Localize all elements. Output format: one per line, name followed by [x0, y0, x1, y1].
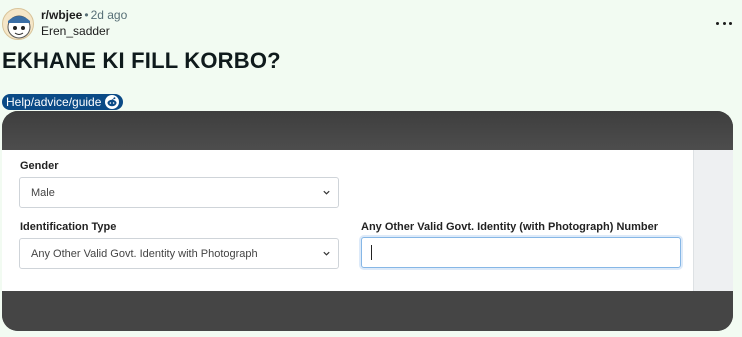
- post-age: 2d ago: [90, 8, 128, 22]
- flair-label: Help/advice/guide: [6, 95, 102, 109]
- id-type-value: Any Other Valid Govt. Identity with Phot…: [31, 247, 258, 260]
- subreddit-link[interactable]: r/wbjee: [41, 8, 82, 22]
- image-bottom-bar: [2, 291, 733, 331]
- chevron-down-icon: [323, 190, 330, 195]
- id-number-input[interactable]: [361, 237, 681, 268]
- id-number-label: Any Other Valid Govt. Identity (with Pho…: [361, 221, 659, 233]
- chevron-down-icon: [323, 251, 330, 256]
- id-type-label: Identification Type: [20, 221, 117, 233]
- author-link[interactable]: Eren_sadder: [41, 24, 127, 38]
- gender-select[interactable]: Male: [19, 177, 339, 208]
- form-gutter: [693, 150, 733, 291]
- post-header: r/wbjee • 2d ago Eren_sadder: [2, 8, 127, 40]
- form-screenshot: Gender Male Identification Type Any Othe…: [2, 150, 733, 291]
- meta-separator: •: [84, 8, 89, 22]
- snoo-flair-icon: [105, 95, 120, 109]
- post-flair[interactable]: Help/advice/guide: [2, 94, 124, 110]
- more-options-icon[interactable]: [716, 15, 732, 31]
- gender-label: Gender: [20, 160, 59, 172]
- post-image[interactable]: Gender Male Identification Type Any Othe…: [2, 111, 733, 331]
- gender-value: Male: [31, 186, 55, 199]
- text-caret: [371, 245, 372, 260]
- snoo-avatar-icon: [7, 15, 31, 39]
- subreddit-avatar[interactable]: [2, 8, 34, 40]
- post-title: EKHANE KI FILL KORBO?: [2, 48, 281, 73]
- id-type-select[interactable]: Any Other Valid Govt. Identity with Phot…: [19, 238, 339, 269]
- image-top-bar: [2, 111, 733, 150]
